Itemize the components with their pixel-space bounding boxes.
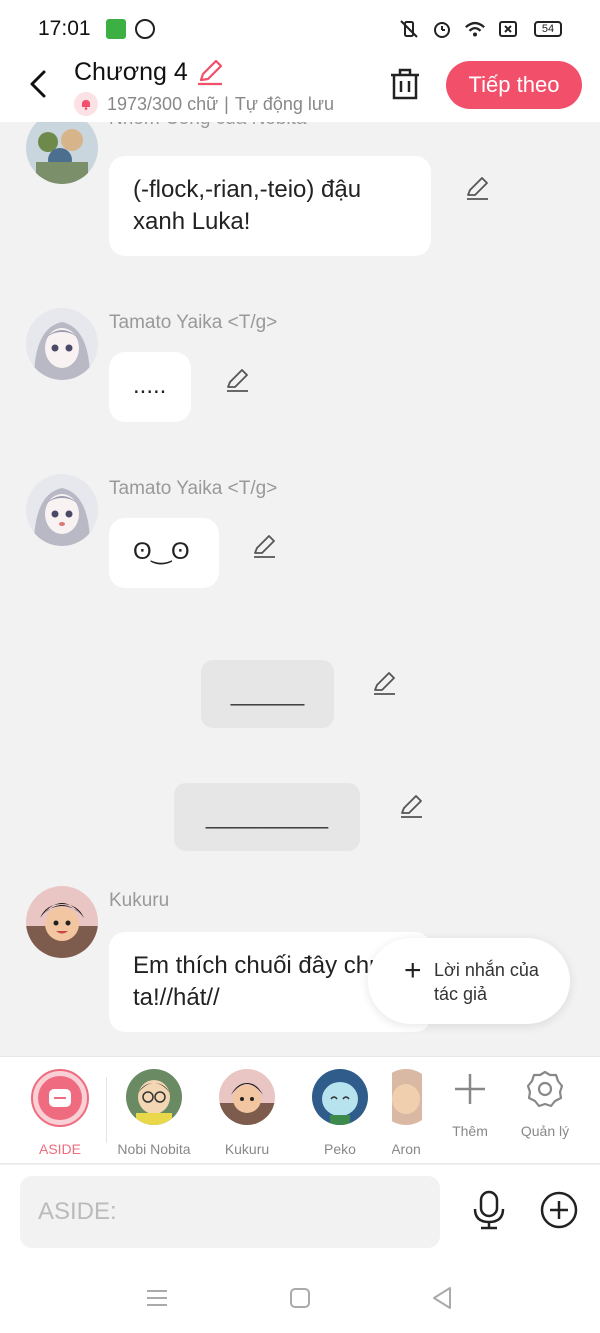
autosave-label: Tự động lưu xyxy=(234,93,334,114)
menu-icon[interactable] xyxy=(142,1283,172,1313)
character-bar: ASIDE Nobi Nobita Kukuru Peko Aron Thêm xyxy=(0,1056,600,1164)
trash-button[interactable] xyxy=(388,66,422,102)
edit-message-icon[interactable] xyxy=(251,533,277,559)
edit-message-icon[interactable] xyxy=(224,367,250,393)
avatar xyxy=(126,1069,182,1125)
sender-name: Tamato Yaika <T/g> xyxy=(109,312,278,333)
add-label: Thêm xyxy=(452,1123,488,1139)
character-name: ASIDE xyxy=(38,1141,81,1157)
aside-bubble[interactable]: __________ xyxy=(174,783,360,851)
chapter-meta: 1973/300 chữ | Tự động lưu xyxy=(74,92,334,116)
status-time: 17:01 xyxy=(38,17,91,40)
avatar xyxy=(26,122,98,184)
system-nav-bar xyxy=(0,1261,600,1333)
message-bubble[interactable]: ʘ‿ʘ xyxy=(109,518,219,588)
avatar xyxy=(26,474,98,546)
character-nobita[interactable]: Nobi Nobita xyxy=(114,1069,194,1157)
author-note-button[interactable]: + Lời nhắn của tác giả xyxy=(368,938,570,1024)
character-peko[interactable]: Peko xyxy=(300,1069,380,1157)
word-count: 1973/300 chữ xyxy=(107,93,219,114)
character-name: Aron xyxy=(392,1141,421,1157)
sender-name: Tamato Yaika <T/g> xyxy=(109,478,278,499)
edit-message-icon[interactable] xyxy=(398,793,424,819)
chapter-title: Chương 4 xyxy=(74,58,188,86)
chat-area[interactable]: Nhóm Công của Nobita (-flock,-rian,-teio… xyxy=(0,122,600,1056)
manage-label: Quản lý xyxy=(520,1123,570,1139)
character-aron[interactable]: Aron xyxy=(392,1069,422,1157)
bell-icon xyxy=(74,92,98,116)
add-character-button[interactable]: Thêm xyxy=(434,1069,506,1139)
character-aron-clip: Aron xyxy=(392,1057,422,1165)
author-note-label: Lời nhắn của tác giả xyxy=(434,960,539,1004)
avatar xyxy=(26,308,98,380)
status-bar: 17:01 54 xyxy=(0,0,600,58)
add-media-button[interactable] xyxy=(538,1189,580,1231)
microphone-button[interactable] xyxy=(468,1189,510,1231)
sender-name: Nhóm Công của Nobita xyxy=(109,122,307,130)
aside-avatar xyxy=(31,1069,89,1127)
character-name: Peko xyxy=(324,1141,356,1157)
meta-separator: | xyxy=(224,93,229,114)
vibrate-off-icon xyxy=(398,18,420,40)
editor-header: Chương 4 1973/300 chữ | Tự động lưu Tiếp… xyxy=(0,58,600,122)
plus-icon xyxy=(450,1069,490,1109)
message-bubble[interactable]: (-flock,-rian,-teio) đậu xanh Luka! xyxy=(109,156,431,256)
message-bubble[interactable]: ..... xyxy=(109,352,191,422)
app-notification-icon xyxy=(106,19,126,39)
battery-indicator: 54 xyxy=(534,21,562,37)
back-nav-icon[interactable] xyxy=(428,1283,458,1313)
edit-message-icon[interactable] xyxy=(464,175,490,201)
pinterest-icon xyxy=(135,19,155,39)
wifi-icon xyxy=(464,18,486,40)
divider xyxy=(106,1077,107,1143)
manage-characters-button[interactable]: Quản lý xyxy=(509,1069,581,1139)
character-kukuru[interactable]: Kukuru xyxy=(207,1069,287,1157)
aside-input[interactable] xyxy=(20,1176,440,1248)
plus-icon: + xyxy=(404,954,422,987)
input-row xyxy=(0,1165,600,1261)
gear-icon xyxy=(525,1069,565,1109)
avatar xyxy=(219,1069,275,1125)
aside-bubble[interactable]: ______ xyxy=(201,660,334,728)
character-name: Nobi Nobita xyxy=(117,1141,191,1157)
alarm-icon xyxy=(431,18,453,40)
character-name: Kukuru xyxy=(224,1141,270,1157)
home-icon[interactable] xyxy=(285,1283,315,1313)
back-button[interactable] xyxy=(24,66,52,102)
next-button[interactable]: Tiếp theo xyxy=(446,61,582,109)
edit-message-icon[interactable] xyxy=(371,670,397,696)
sim-icon xyxy=(497,18,519,40)
avatar xyxy=(392,1069,422,1125)
avatar xyxy=(26,886,98,958)
character-aside[interactable]: ASIDE xyxy=(20,1069,100,1157)
avatar xyxy=(312,1069,368,1125)
sender-name: Kukuru xyxy=(109,890,170,911)
edit-title-icon[interactable] xyxy=(196,58,224,86)
